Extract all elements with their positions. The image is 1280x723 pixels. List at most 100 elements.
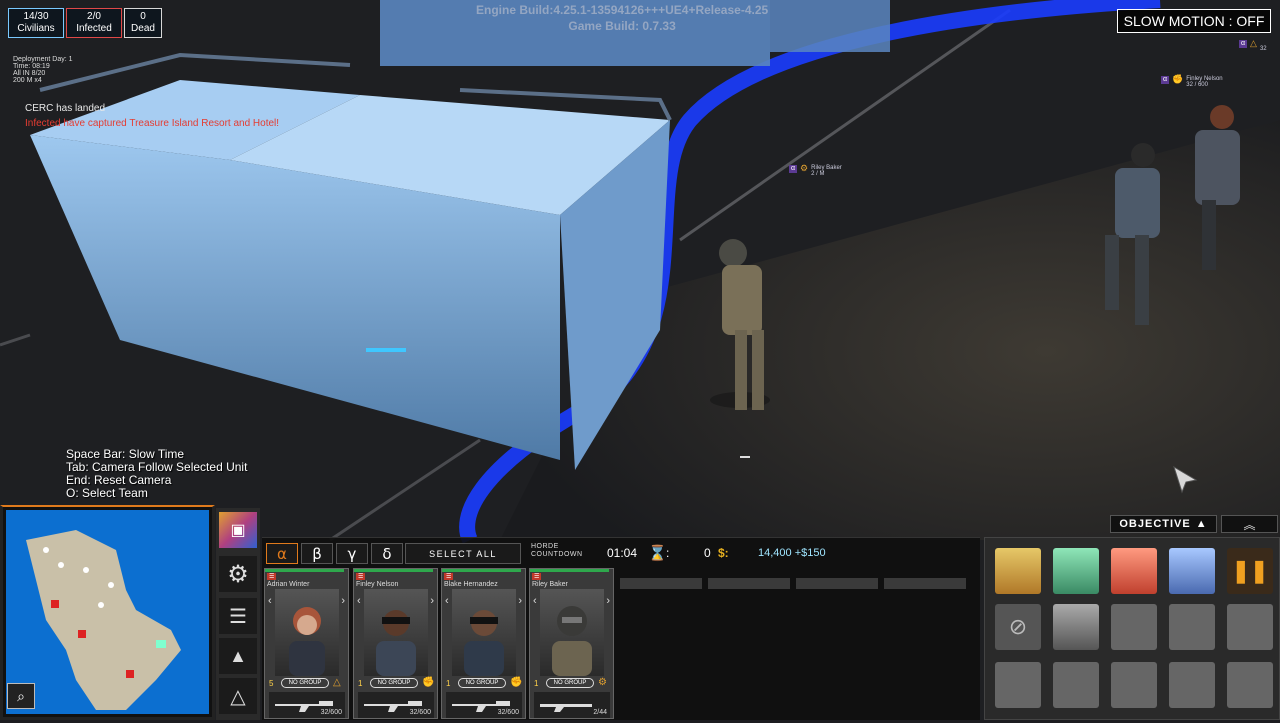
- rank-badge: ☰: [267, 573, 277, 580]
- deployment-time-row: Time: 08:19: [13, 63, 73, 70]
- row3-label: 200 M: [13, 77, 33, 84]
- action-grid: ❚❚ ⊘: [984, 537, 1280, 720]
- group-toggle[interactable]: NO GROUP: [458, 678, 506, 688]
- pause-button[interactable]: ❚❚: [1227, 548, 1273, 594]
- weapon-slot[interactable]: 32/600: [358, 692, 434, 718]
- population-stats: 14/30 Civilians 2/0 Infected 0 Dead: [8, 8, 162, 38]
- tag-text: 32: [1260, 40, 1267, 52]
- engine-build-line: Engine Build:4.25.1-13594126+++UE4+Relea…: [476, 3, 769, 17]
- unit-level: 1: [358, 679, 363, 688]
- unit-level: 5: [269, 679, 274, 688]
- deployment-day: Deployment Day: 1: [13, 56, 73, 63]
- pause-icon: ❚❚: [1231, 558, 1269, 583]
- group-toggle[interactable]: NO GROUP: [281, 678, 329, 688]
- collapse-panel-button[interactable]: ︽: [1221, 515, 1278, 533]
- objective-toggle[interactable]: OBJECTIVE ▲: [1110, 515, 1217, 533]
- tag-text: Riley Baker 2 / M: [811, 165, 842, 177]
- unit-name: Blake Hernandez: [444, 581, 498, 588]
- action-slot-empty[interactable]: [1111, 662, 1157, 708]
- fist-icon: ✊: [1172, 74, 1184, 84]
- ammo-count: 32/600: [320, 709, 342, 716]
- list-button[interactable]: ☰: [219, 598, 257, 634]
- unit-portrait: [540, 589, 604, 676]
- minimap-island: [26, 530, 181, 710]
- prev-unit-arrow[interactable]: ‹: [445, 595, 449, 607]
- log-line-alert: Infected have captured Treasure Island R…: [25, 118, 280, 129]
- action-slot-empty[interactable]: [995, 662, 1041, 708]
- hourglass-separator: :: [666, 546, 670, 560]
- gear-icon: ⚙: [800, 163, 809, 173]
- minimap-search-button[interactable]: ⌕: [7, 683, 35, 709]
- weapon-slot[interactable]: 32/600: [446, 692, 522, 718]
- prev-unit-arrow[interactable]: ‹: [533, 595, 537, 607]
- select-all-button[interactable]: SELECT ALL: [405, 543, 521, 564]
- log-line: CERC has landed: [25, 103, 106, 114]
- world-tag-riley-baker[interactable]: α ⚙ Riley Baker 2 / M: [789, 163, 842, 177]
- team-tab-beta[interactable]: β: [301, 543, 333, 564]
- unit-card-finley-nelson[interactable]: ☰ Finley Nelson ‹ › 1 NO GROUP ✊ 32/600: [353, 568, 438, 719]
- team-icon: ▣: [230, 522, 246, 539]
- world-tag-adrian-winter[interactable]: α △ 32: [1239, 39, 1267, 52]
- unit-portrait: [275, 589, 339, 676]
- weapon-slot[interactable]: 2/44: [534, 692, 610, 718]
- next-unit-arrow[interactable]: ›: [518, 595, 522, 607]
- team-tab-delta[interactable]: δ: [371, 543, 403, 564]
- dead-stat: 0 Dead: [124, 8, 162, 38]
- rank-badge: ☰: [444, 573, 454, 580]
- action-holster[interactable]: ⊘: [995, 604, 1041, 650]
- weapon-slot[interactable]: 32/600: [269, 692, 345, 718]
- network-button[interactable]: △: [219, 678, 257, 714]
- action-slot-empty[interactable]: [1169, 662, 1215, 708]
- next-unit-arrow[interactable]: ›: [606, 595, 610, 607]
- world-tag-finley-nelson[interactable]: α ✊ Finley Nelson 32 / 600: [1161, 74, 1223, 88]
- list-icon: ☰: [229, 605, 247, 628]
- action-stance-aggressive[interactable]: [1111, 548, 1157, 594]
- team-tab-gamma[interactable]: γ: [336, 543, 368, 564]
- action-stance-guard[interactable]: [1053, 604, 1099, 650]
- pistol-icon: ⊘: [1008, 614, 1028, 639]
- unit-card-blake-hernandez[interactable]: ☰ Blake Hernandez ‹ › 1 NO GROUP ✊ 32/60…: [441, 568, 526, 719]
- civilians-label: Civilians: [17, 23, 55, 34]
- unit-level: 1: [446, 679, 451, 688]
- terrain-button[interactable]: ▲: [219, 638, 257, 674]
- event-log: CERC has landed Infected have captured T…: [25, 101, 279, 131]
- prev-unit-arrow[interactable]: ‹: [268, 595, 272, 607]
- mountain-icon: ▲: [229, 645, 247, 666]
- dollar-icon: $:: [718, 546, 729, 560]
- tag-team-badge: α: [789, 165, 798, 173]
- action-stance-crouch[interactable]: [995, 548, 1041, 594]
- action-slot-empty[interactable]: [1227, 662, 1273, 708]
- group-toggle[interactable]: NO GROUP: [370, 678, 418, 688]
- objective-label: OBJECTIVE: [1119, 518, 1191, 530]
- gear-icon: ⚙: [227, 560, 249, 588]
- infected-count: 2/0: [87, 11, 101, 22]
- row2-value: IN 8/20: [22, 70, 46, 77]
- unit-portrait: [364, 589, 428, 676]
- action-stance-move[interactable]: [1053, 548, 1099, 594]
- prev-unit-arrow[interactable]: ‹: [357, 595, 361, 607]
- fist-icon: ✊: [510, 677, 523, 688]
- empty-unit-slot: [796, 578, 878, 589]
- action-stance-hold[interactable]: [1169, 548, 1215, 594]
- team-tab-alpha[interactable]: α: [266, 543, 298, 564]
- team-portrait-button[interactable]: ▣: [219, 512, 257, 548]
- group-toggle[interactable]: NO GROUP: [546, 678, 594, 688]
- next-unit-arrow[interactable]: ›: [430, 595, 434, 607]
- health-bar: [265, 569, 344, 572]
- action-slot-empty[interactable]: [1169, 604, 1215, 650]
- unit-level: 1: [534, 679, 539, 688]
- deployment-row-2: All IN 8/20: [13, 70, 73, 77]
- minimap-water[interactable]: [6, 510, 209, 714]
- action-slot-empty[interactable]: [1227, 604, 1273, 650]
- unit-card-riley-baker[interactable]: ☰ Riley Baker ‹ › 1 NO GROUP ⚙ 2/44: [529, 568, 614, 719]
- infected-stat: 2/0 Infected: [66, 8, 122, 38]
- action-slot-empty[interactable]: [1053, 662, 1099, 708]
- action-slot-empty[interactable]: [1111, 604, 1157, 650]
- rank-badge: ☰: [532, 573, 542, 580]
- unit-card-adrian-winter[interactable]: ☰ Adrian Winter ‹ › 5 NO GROUP △ 32/600: [264, 568, 349, 719]
- side-menu: ▣ ⚙ ☰ ▲ △: [216, 508, 260, 720]
- settings-button[interactable]: ⚙: [219, 556, 257, 592]
- next-unit-arrow[interactable]: ›: [341, 595, 345, 607]
- keyboard-hints: Space Bar: Slow Time Tab: Camera Follow …: [66, 448, 247, 500]
- deployment-info: Deployment Day: 1 Time: 08:19 All IN 8/2…: [13, 56, 73, 84]
